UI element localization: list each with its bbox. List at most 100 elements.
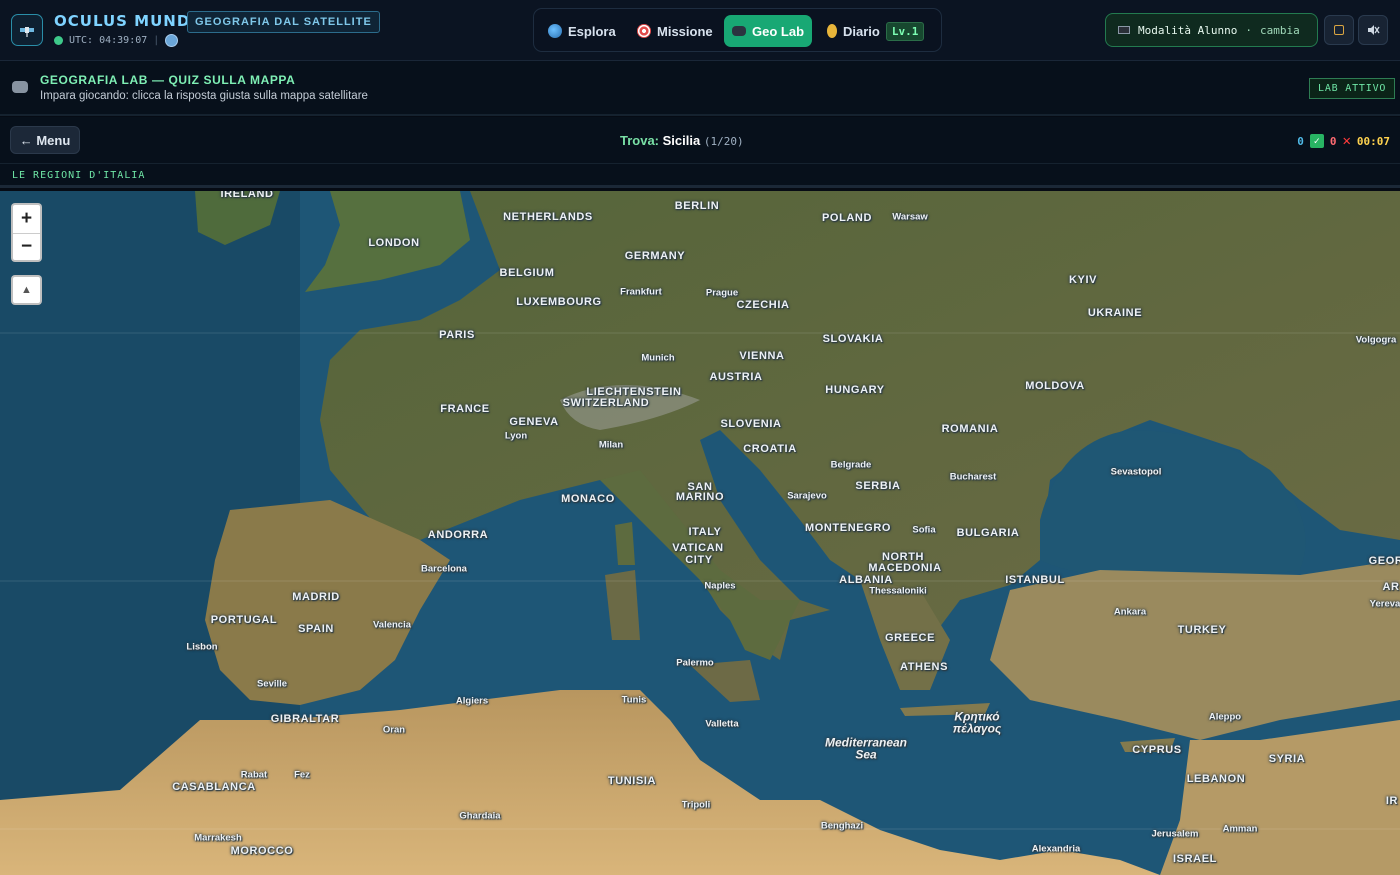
logo-satellite-icon[interactable]	[11, 14, 43, 46]
map-label-country: ROMANIA	[941, 423, 999, 435]
map-label-country: TUNISIA	[607, 775, 657, 787]
mode-label: Modalità Alunno	[1138, 23, 1238, 37]
lab-title: GEOGRAFIA LAB — QUIZ SULLA MAPPA	[40, 73, 296, 87]
map-label-city: Bucharest	[949, 471, 997, 483]
back-to-menu-button[interactable]: ← Menu	[10, 126, 80, 154]
quiz-bar: ← Menu Trova: Sicilia (1/20) 0 ✓ 0 ✕ 00:…	[0, 117, 1400, 164]
map-label-country: SYRIA	[1268, 753, 1306, 765]
graduation-cap-icon	[1118, 26, 1130, 34]
map-label-country: LUXEMBOURG	[516, 296, 602, 308]
correct-count: 0	[1297, 134, 1304, 148]
check-icon: ✓	[1309, 134, 1324, 148]
tab-diario[interactable]: Diario Lv.1	[819, 15, 932, 47]
map-label-city: Warsaw	[892, 211, 928, 223]
map-label-country: MARINO	[675, 491, 725, 503]
map-label-country: MACEDONIA	[868, 562, 942, 574]
level-badge: Lv.1	[885, 21, 925, 41]
map-label-country: CASABLANCA	[172, 781, 256, 793]
map-label-country: LEBANON	[1186, 773, 1246, 785]
language-globe-icon[interactable]	[165, 34, 179, 47]
map-label-country: NETHERLANDS	[503, 211, 593, 223]
tab-missione-label: Missione	[657, 23, 713, 39]
map-label-country: MOROCCO	[230, 845, 294, 857]
map-label-city: Algiers	[455, 695, 489, 707]
tab-esplora-label: Esplora	[568, 23, 616, 39]
tab-esplora[interactable]: Esplora	[540, 15, 624, 47]
map-label-country: SWITZERLAND	[562, 397, 650, 409]
map-label-city: Volgogra	[1355, 334, 1397, 346]
map-label-country: PORTUGAL	[210, 614, 278, 626]
map-label-country: PARIS	[439, 329, 475, 341]
wrong-count: 0	[1329, 134, 1337, 148]
mode-change-link[interactable]: cambia	[1260, 24, 1300, 37]
map-label-country: ISTANBUL	[1005, 574, 1065, 586]
student-mode-toggle[interactable]: Modalità Alunno · cambia	[1105, 13, 1318, 47]
map-label-city: Yereva	[1369, 598, 1400, 610]
map-label-city: Lisbon	[186, 641, 218, 653]
cross-icon: ✕	[1342, 133, 1351, 149]
map-label-country: SPAIN	[298, 623, 334, 635]
map-label-city: Oran	[382, 724, 406, 736]
map-label-country: MONACO	[561, 493, 615, 505]
map-label-sea: πέλαγος	[952, 721, 1002, 736]
map-label-city: Thessaloniki	[869, 585, 927, 597]
map-label-city: Naples	[704, 580, 736, 592]
map-label-country: FRANCE	[440, 403, 490, 415]
lab-banner: GEOGRAFIA LAB — QUIZ SULLA MAPPA Impara …	[0, 61, 1400, 116]
map-label-city: Alexandria	[1031, 843, 1081, 855]
gamepad-icon	[12, 81, 28, 93]
map-label-city: Valencia	[372, 619, 412, 631]
map-label-city: Sevastopol	[1110, 466, 1162, 478]
map-label-city: Prague	[705, 287, 739, 299]
map-label-country: GIBRALTAR	[270, 713, 340, 725]
map-label-country: AR	[1382, 581, 1400, 593]
tab-missione[interactable]: Missione	[629, 15, 721, 47]
quiz-question: Trova: Sicilia (1/20)	[620, 133, 744, 148]
map-label-country: ALBANIA	[839, 574, 893, 586]
app-subtitle-badge: GEOGRAFIA DAL SATELLITE	[187, 11, 380, 33]
mode-separator: ·	[1245, 23, 1252, 37]
target-icon	[637, 24, 651, 38]
map-label-city: Sofia	[912, 524, 936, 536]
map-label-city: Tunis	[621, 694, 647, 706]
category-bar: LE REGIONI D'ITALIA	[0, 164, 1400, 188]
map-label-city: Amman	[1222, 823, 1258, 835]
top-bar: OCULUS MUNDI GEOGRAFIA DAL SATELLITE UTC…	[0, 0, 1400, 61]
map-label-city: Palermo	[676, 657, 714, 669]
map-label-city: Tripoli	[681, 799, 711, 811]
map-label-city: Ghardaia	[459, 810, 501, 822]
map-label-city: Ankara	[1113, 606, 1147, 618]
map-label-country: GREECE	[884, 632, 936, 644]
tab-diario-label: Diario	[843, 23, 880, 39]
map-label-country: GEOR	[1368, 555, 1400, 567]
map-label-city: Belgrade	[830, 459, 872, 471]
map-label-city: Barcelona	[421, 563, 467, 575]
app-title: OCULUS MUNDI	[54, 12, 197, 30]
zoom-out-button[interactable]: −	[13, 232, 40, 261]
map-label-country: KYIV	[1068, 274, 1098, 286]
quiz-category: LE REGIONI D'ITALIA	[12, 170, 146, 181]
medal-icon	[827, 24, 837, 38]
quiz-timer: 00:07	[1356, 134, 1390, 148]
map-label-country: ISRAEL	[1173, 853, 1217, 865]
map-label-country: VIENNA	[739, 350, 785, 362]
map-label-country: LONDON	[368, 237, 420, 249]
map-label-city: Fez	[294, 769, 310, 781]
map-label-country: SERBIA	[855, 480, 901, 492]
satellite-map[interactable]: IRELAND NETHERLANDS BERLIN POLAND Warsaw LOND…	[0, 191, 1400, 875]
gamepad-icon	[732, 26, 746, 36]
zoom-in-button[interactable]: +	[13, 205, 40, 233]
zoom-control: + −	[11, 203, 42, 262]
student-profile-icon[interactable]	[1324, 15, 1354, 45]
score-panel: 0 ✓ 0 ✕ 00:07	[1297, 133, 1390, 149]
divider: |	[153, 35, 160, 46]
map-label-city: Munich	[641, 352, 675, 364]
map-label-city: Frankfurt	[620, 286, 662, 298]
lab-status-badge: LAB ATTIVO	[1309, 78, 1396, 99]
map-label-country: POLAND	[821, 212, 873, 224]
find-label: Trova:	[620, 133, 660, 148]
compass-north-icon[interactable]: ▲	[11, 275, 42, 305]
mute-icon[interactable]	[1358, 15, 1388, 45]
tab-geo-lab[interactable]: Geo Lab	[724, 15, 813, 47]
map-label-country: MOLDOVA	[1025, 380, 1085, 392]
